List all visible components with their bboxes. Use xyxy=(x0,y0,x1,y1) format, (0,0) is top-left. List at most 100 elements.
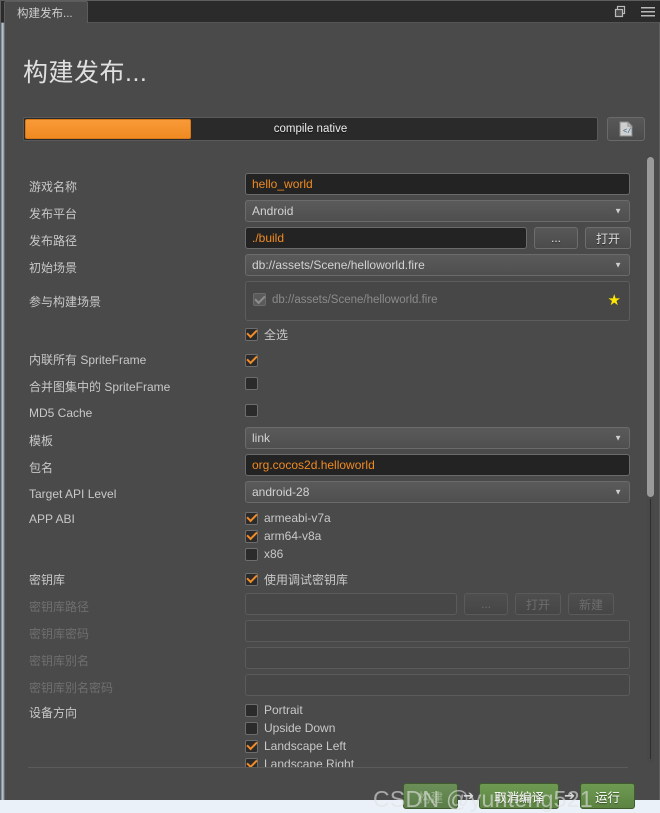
hamburger-menu-icon[interactable] xyxy=(640,4,655,19)
row-included-scenes: 参与构建场景 db://assets/Scene/helloworld.fire… xyxy=(6,281,646,321)
label-build-path: 发布路径 xyxy=(29,233,78,248)
run-button[interactable]: 运行 xyxy=(579,783,635,809)
included-scenes-list-wrap: db://assets/Scene/helloworld.fire ★ xyxy=(245,281,630,321)
keystore-alias-input[interactable] xyxy=(245,647,630,669)
tab-label: 构建发布... xyxy=(17,7,73,20)
label-platform: 发布平台 xyxy=(29,206,78,221)
build-path-open-button[interactable]: 打开 xyxy=(585,227,632,249)
log-document-icon[interactable]: </> xyxy=(607,117,645,141)
chevron-down-icon: ▼ xyxy=(614,433,622,443)
vertical-scrollbar-thumb[interactable] xyxy=(647,157,654,497)
game-name-input[interactable]: hello_world xyxy=(245,173,630,195)
footer-actions: 构建 ➔ 取消编译 ➔ 运行 xyxy=(403,783,635,809)
row-md5-cache: MD5 Cache xyxy=(6,400,646,426)
panel-resize-handle[interactable] xyxy=(1,23,5,800)
label-target-api-level: Target API Level xyxy=(29,487,117,501)
inline-spriteframe-checkbox[interactable] xyxy=(245,353,258,367)
select-all-scenes-checkbox[interactable]: 全选 xyxy=(245,325,288,343)
row-target-api-level: Target API Level android-28 ▼ xyxy=(6,481,646,507)
titlebar-icon-group xyxy=(613,4,655,19)
merge-atlas-wrap xyxy=(245,377,258,395)
row-build-path: 发布路径 ./build ... 打开 xyxy=(6,227,646,253)
inline-spriteframe-wrap xyxy=(245,350,258,368)
row-keystore-password: 密钥库密码 xyxy=(6,620,646,646)
app-abi-option-armeabi-v7a[interactable]: armeabi-v7a xyxy=(245,509,331,527)
row-package-name: 包名 org.cocos2d.helloworld xyxy=(6,454,646,480)
label-keystore: 密钥库 xyxy=(29,572,66,587)
keystore-password-input[interactable] xyxy=(245,620,630,642)
orientation-option-landscape-left[interactable]: Landscape Left xyxy=(245,737,354,755)
select-all-checkbox-box xyxy=(245,327,258,341)
keystore-path-open-button[interactable]: 打开 xyxy=(515,593,562,615)
game-name-field-wrap: hello_world xyxy=(245,173,630,195)
tab-bar: 构建发布... xyxy=(1,1,660,23)
vertical-scrollbar[interactable] xyxy=(647,155,654,763)
row-device-orientation: 设备方向 Portrait Upside Down Landscape Left xyxy=(6,701,646,768)
build-path-input[interactable]: ./build xyxy=(245,227,527,249)
keystore-alias-password-input[interactable] xyxy=(245,674,630,696)
row-start-scene: 初始场景 db://assets/Scene/helloworld.fire ▼ xyxy=(6,254,646,280)
md5-cache-checkbox[interactable] xyxy=(245,404,258,417)
app-abi-option-arm64-v8a[interactable]: arm64-v8a xyxy=(245,527,331,545)
arrow-right-icon: ➔ xyxy=(564,788,575,803)
label-app-abi: APP ABI xyxy=(29,512,75,526)
md5-cache-wrap xyxy=(245,404,258,422)
merge-atlas-checkbox[interactable] xyxy=(245,377,258,390)
label-inline-spriteframe: 内联所有 SpriteFrame xyxy=(29,352,147,367)
app-abi-option-x86[interactable]: x86 xyxy=(245,545,331,563)
row-keystore-alias-password: 密钥库别名密码 xyxy=(6,674,646,700)
use-debug-keystore-box xyxy=(245,572,258,586)
progress-row: compile native </> xyxy=(23,117,645,141)
orientation-option-label: Upside Down xyxy=(264,721,336,735)
orientation-option-label: Portrait xyxy=(264,703,303,717)
label-keystore-alias-password: 密钥库别名密码 xyxy=(29,680,114,695)
cancel-compile-button[interactable]: 取消编译 xyxy=(479,783,560,809)
list-item[interactable]: db://assets/Scene/helloworld.fire xyxy=(253,293,438,306)
keystore-path-browse-button[interactable]: ... xyxy=(464,593,508,615)
keystore-alias-wrap xyxy=(245,647,630,669)
restore-window-icon[interactable] xyxy=(613,4,628,19)
row-template: 模板 link ▼ xyxy=(6,427,646,453)
platform-select[interactable]: Android ▼ xyxy=(245,200,630,222)
app-abi-option-label: arm64-v8a xyxy=(264,529,322,543)
template-select[interactable]: link ▼ xyxy=(245,427,630,449)
package-name-field-wrap: org.cocos2d.helloworld xyxy=(245,454,630,476)
row-select-all: 全选 xyxy=(6,325,646,343)
build-path-controls: ./build ... 打开 xyxy=(245,227,632,249)
row-platform: 发布平台 Android ▼ xyxy=(6,200,646,226)
target-api-level-value: android-28 xyxy=(252,485,310,499)
target-api-level-select[interactable]: android-28 ▼ xyxy=(245,481,630,503)
label-included-scenes: 参与构建场景 xyxy=(29,294,102,309)
row-app-abi: APP ABI armeabi-v7a arm64-v8a x86 xyxy=(6,508,646,564)
star-icon[interactable]: ★ xyxy=(608,293,621,308)
chevron-down-icon: ▼ xyxy=(614,260,622,270)
platform-select-value: Android xyxy=(252,204,294,218)
tab-build-publish[interactable]: 构建发布... xyxy=(4,1,88,23)
label-game-name: 游戏名称 xyxy=(29,179,78,194)
use-debug-keystore-checkbox[interactable]: 使用调试密钥库 xyxy=(245,570,348,588)
keystore-path-input[interactable] xyxy=(245,593,457,615)
orientation-checkbox xyxy=(245,703,258,717)
template-select-wrap: link ▼ xyxy=(245,427,630,449)
build-path-browse-button[interactable]: ... xyxy=(534,227,578,249)
label-device-orientation: 设备方向 xyxy=(29,705,78,720)
start-scene-select[interactable]: db://assets/Scene/helloworld.fire ▼ xyxy=(245,254,630,276)
start-scene-select-value: db://assets/Scene/helloworld.fire xyxy=(252,258,425,272)
keystore-path-new-button[interactable]: 新建 xyxy=(568,593,615,615)
row-inline-spriteframe: 内联所有 SpriteFrame xyxy=(6,346,646,372)
orientation-option-portrait[interactable]: Portrait xyxy=(245,701,354,719)
package-name-input[interactable]: org.cocos2d.helloworld xyxy=(245,454,630,476)
keystore-alias-password-wrap xyxy=(245,674,630,696)
row-keystore-alias: 密钥库别名 xyxy=(6,647,646,673)
keystore-password-wrap xyxy=(245,620,630,642)
orientation-option-upside-down[interactable]: Upside Down xyxy=(245,719,354,737)
orientation-checkbox xyxy=(245,721,258,735)
keystore-path-controls: ... 打开 新建 xyxy=(245,593,615,615)
build-publish-window: 构建发布... 构建发布... compile native </ 游戏名称 h… xyxy=(0,0,660,812)
start-scene-select-wrap: db://assets/Scene/helloworld.fire ▼ xyxy=(245,254,630,276)
label-keystore-path: 密钥库路径 xyxy=(29,599,90,614)
app-abi-checkbox xyxy=(245,547,258,561)
target-api-select-wrap: android-28 ▼ xyxy=(245,481,630,503)
build-button[interactable]: 构建 xyxy=(403,783,459,809)
scene-checkbox xyxy=(253,293,266,306)
